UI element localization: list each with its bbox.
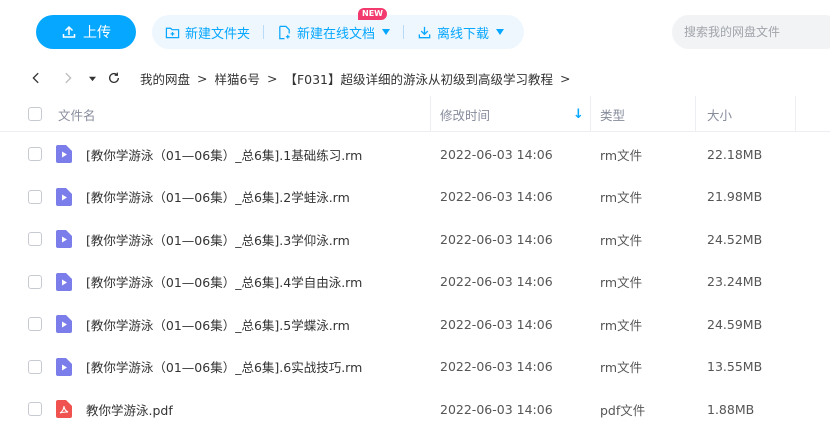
toolbar-actions: 新建文件夹 新建在线文档 NEW 离线下载 xyxy=(152,8,524,49)
new-folder-label: 新建文件夹 xyxy=(185,26,251,42)
video-file-icon xyxy=(56,145,72,164)
new-badge: NEW xyxy=(358,8,387,20)
file-type: rm文件 xyxy=(600,360,643,376)
breadcrumb-item-folder[interactable]: 样猫6号 xyxy=(215,69,260,88)
file-type: rm文件 xyxy=(600,317,643,333)
file-type: rm文件 xyxy=(600,190,643,206)
column-header-type[interactable]: 类型 xyxy=(600,96,625,132)
row-checkbox[interactable] xyxy=(28,359,42,374)
file-modified: 2022-06-03 14:06 xyxy=(440,316,553,332)
table-row[interactable]: [教你学游泳（01—06集）_总6集].6实战技巧.rm 2022-06-03 … xyxy=(0,346,830,389)
column-divider xyxy=(590,96,591,132)
breadcrumb: 我的网盘 > 样猫6号 > 【F031】超级详细的游泳从初级到高级学习教程 > xyxy=(0,62,830,94)
breadcrumb-separator: > xyxy=(266,70,278,86)
upload-label: 上传 xyxy=(83,25,111,41)
pdf-file-icon xyxy=(56,400,72,419)
file-size: 21.98MB xyxy=(707,189,763,205)
upload-icon xyxy=(62,25,76,38)
video-file-icon xyxy=(56,230,72,249)
row-checkbox[interactable] xyxy=(28,317,42,332)
file-size: 1.88MB xyxy=(707,401,755,417)
file-size: 23.24MB xyxy=(707,274,763,290)
file-modified: 2022-06-03 14:06 xyxy=(440,231,553,247)
file-name[interactable]: [教你学游泳（01—06集）_总6集].6实战技巧.rm xyxy=(86,346,362,389)
breadcrumb-separator: > xyxy=(197,70,208,86)
table-row[interactable]: [教你学游泳（01—06集）_总6集].3学仰泳.rm 2022-06-03 1… xyxy=(0,218,830,261)
file-modified: 2022-06-03 14:06 xyxy=(440,274,553,290)
row-checkbox[interactable] xyxy=(28,274,42,289)
file-size: 24.52MB xyxy=(707,231,763,247)
video-file-icon xyxy=(56,272,72,291)
offline-download-button[interactable]: 离线下载 xyxy=(404,15,517,49)
breadcrumb-item-current[interactable]: 【F031】超级详细的游泳从初级到高级学习教程 xyxy=(284,69,553,88)
video-file-icon xyxy=(56,357,72,376)
row-checkbox[interactable] xyxy=(28,232,42,247)
column-divider xyxy=(430,96,431,132)
video-file-icon xyxy=(56,187,72,206)
new-folder-button[interactable]: 新建文件夹 xyxy=(152,15,263,49)
forward-icon[interactable] xyxy=(60,70,76,86)
refresh-icon[interactable] xyxy=(106,70,122,86)
file-name[interactable]: [教你学游泳（01—06集）_总6集].3学仰泳.rm xyxy=(86,218,350,261)
row-checkbox[interactable] xyxy=(28,402,42,417)
file-name[interactable]: [教你学游泳（01—06集）_总6集].5学蝶泳.rm xyxy=(86,303,350,346)
column-header-size[interactable]: 大小 xyxy=(707,96,732,132)
file-modified: 2022-06-03 14:06 xyxy=(440,359,553,375)
breadcrumb-separator: > xyxy=(560,70,571,86)
table-row[interactable]: [教你学游泳（01—06集）_总6集].4学自由泳.rm 2022-06-03 … xyxy=(0,261,830,304)
table-row[interactable]: 教你学游泳.pdf 2022-06-03 14:06 pdf文件 1.88MB xyxy=(0,388,830,431)
row-checkbox[interactable] xyxy=(28,147,42,162)
table-row[interactable]: [教你学游泳（01—06集）_总6集].5学蝶泳.rm 2022-06-03 1… xyxy=(0,303,830,346)
file-size: 22.18MB xyxy=(707,146,763,162)
file-type: rm文件 xyxy=(600,147,643,163)
file-name[interactable]: [教你学游泳（01—06集）_总6集].1基础练习.rm xyxy=(86,133,362,176)
table-header: 文件名 修改时间 ↓ 类型 大小 xyxy=(0,96,830,132)
upload-button[interactable]: 上传 xyxy=(36,15,136,49)
breadcrumb-item-my-drive[interactable]: 我的网盘 xyxy=(140,69,190,88)
new-doc-icon xyxy=(279,25,290,39)
file-modified: 2022-06-03 14:06 xyxy=(440,401,553,417)
new-folder-icon xyxy=(165,27,180,38)
column-header-name[interactable]: 文件名 xyxy=(58,96,96,132)
file-name[interactable]: 教你学游泳.pdf xyxy=(86,388,173,431)
column-divider xyxy=(795,96,796,132)
file-name[interactable]: [教你学游泳（01—06集）_总6集].4学自由泳.rm xyxy=(86,261,362,304)
back-icon[interactable] xyxy=(28,70,44,86)
search-input[interactable] xyxy=(672,15,830,49)
file-modified: 2022-06-03 14:06 xyxy=(440,146,553,162)
select-all-checkbox[interactable] xyxy=(28,107,42,121)
new-online-doc-button[interactable]: 新建在线文档 NEW xyxy=(264,8,403,49)
row-checkbox[interactable] xyxy=(28,189,42,204)
toolbar: 上传 新建文件夹 新建在线文档 NEW 离线下载 xyxy=(0,0,830,62)
download-icon xyxy=(418,26,431,38)
column-header-modified[interactable]: 修改时间 xyxy=(440,96,490,132)
file-type: rm文件 xyxy=(600,275,643,291)
table-row[interactable]: [教你学游泳（01—06集）_总6集].2学蛙泳.rm 2022-06-03 1… xyxy=(0,176,830,219)
offline-download-label: 离线下载 xyxy=(437,26,490,42)
chevron-down-icon xyxy=(382,29,391,35)
file-name[interactable]: [教你学游泳（01—06集）_总6集].2学蛙泳.rm xyxy=(86,176,350,219)
file-type: rm文件 xyxy=(600,232,643,248)
table-row[interactable]: [教你学游泳（01—06集）_总6集].1基础练习.rm 2022-06-03 … xyxy=(0,133,830,176)
column-divider xyxy=(695,96,696,132)
new-online-doc-label: 新建在线文档 xyxy=(297,26,376,42)
file-modified: 2022-06-03 14:06 xyxy=(440,189,553,205)
history-dropdown-icon[interactable] xyxy=(84,70,100,86)
file-type: pdf文件 xyxy=(600,402,646,418)
chevron-down-icon xyxy=(496,29,505,35)
file-size: 24.59MB xyxy=(707,316,763,332)
file-size: 13.55MB xyxy=(707,359,763,375)
sort-down-icon[interactable]: ↓ xyxy=(573,96,584,132)
video-file-icon xyxy=(56,315,72,334)
